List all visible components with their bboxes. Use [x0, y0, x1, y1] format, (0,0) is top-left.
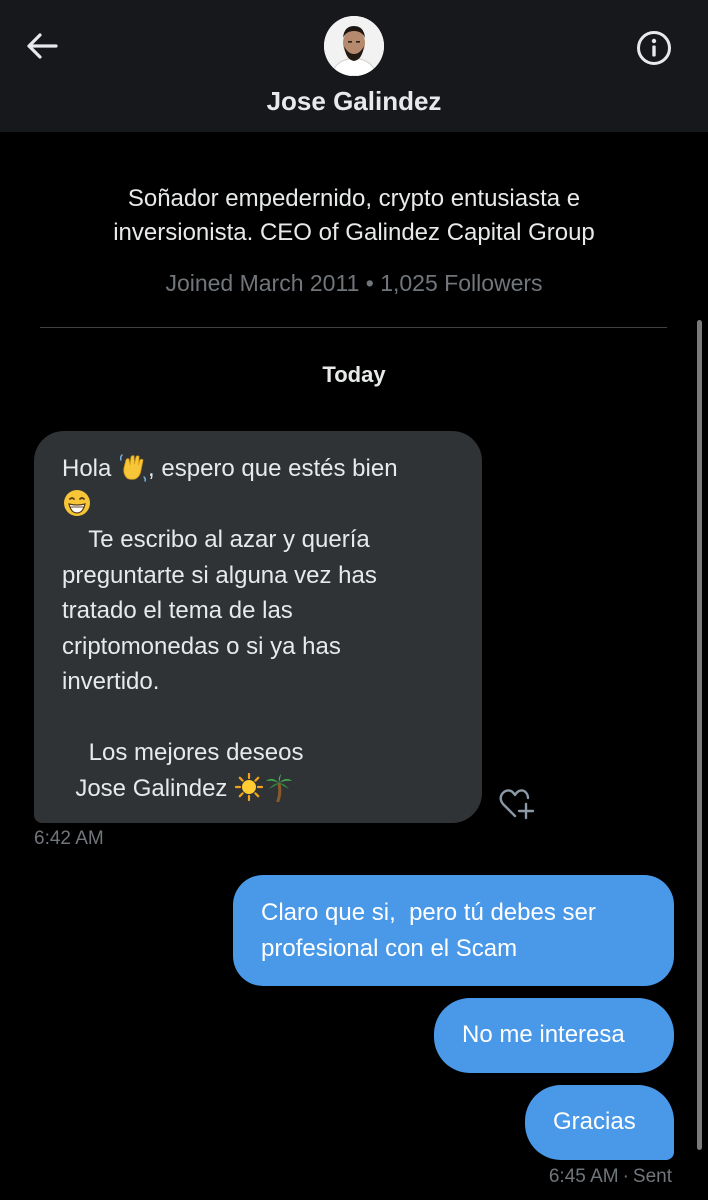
back-button[interactable] [20, 26, 64, 66]
divider [40, 327, 667, 328]
day-separator: Today [322, 362, 386, 387]
bio-line: Soñador empedernido, crypto entusiasta e [127, 185, 581, 212]
received-message-bubble[interactable]: Hola , espero que estés bien Te escribo … [34, 431, 482, 823]
scrollbar[interactable] [697, 320, 702, 1150]
message-line [62, 487, 454, 523]
message-line: Hola , espero que estés bien [62, 451, 454, 487]
palm-tree-emoji [266, 773, 293, 802]
profile-photo [324, 16, 384, 76]
message-text: No me interesa [462, 1021, 625, 1048]
message-text: Hola [62, 455, 119, 482]
message-line: Te escribo al azar y quería [62, 526, 370, 553]
message-line: Los mejores deseos [62, 739, 304, 766]
sent-message-bubble[interactable]: No me interesa [434, 998, 674, 1073]
sent-status: 6:45 AM · Sent [549, 1166, 672, 1188]
message-line: criptomonedas o si ya has [62, 632, 341, 660]
heart-plus-icon [499, 789, 535, 820]
message-line: Jose Galindez [62, 771, 454, 807]
conversation-title[interactable]: Jose Galindez [0, 86, 708, 117]
sent-message-bubble[interactable]: Claro que si, pero tú debes ser profesio… [233, 875, 674, 986]
sent-timestamp: 6:45 AM [548, 1166, 619, 1187]
bio-line: inversionista. CEO of Galindez Capital G… [113, 219, 595, 246]
status-separator: · [622, 1166, 629, 1187]
profile-meta: Joined March 2011 • 1,025 Followers [40, 270, 668, 297]
waving-hand-emoji [120, 454, 147, 482]
grinning-face-emoji [64, 489, 90, 516]
sent-message-bubble[interactable]: Gracias [525, 1085, 674, 1160]
message-text: Gracias [553, 1108, 636, 1135]
message-line: invertido. [62, 668, 160, 695]
message-line: preguntarte si alguna vez has [62, 561, 377, 589]
arrow-left-icon [27, 33, 58, 59]
message-line: profesional con el Scam [261, 934, 518, 962]
info-circle-icon [637, 31, 671, 65]
message-line: tratado el tema de las [62, 597, 293, 624]
sun-emoji [234, 772, 264, 801]
info-button[interactable] [632, 26, 676, 70]
sent-label: Sent [632, 1166, 672, 1187]
add-reaction-button[interactable] [498, 787, 536, 821]
message-text: Jose Galindez [62, 774, 235, 802]
followers-count[interactable]: 1,025 Followers [380, 270, 542, 296]
conversation-header: Jose Galindez [0, 0, 708, 132]
avatar[interactable] [324, 16, 384, 76]
meta-separator: • [365, 270, 374, 296]
profile-bio: Soñador empedernido, crypto entusiasta e… [40, 182, 668, 250]
joined-date: Joined March 2011 [165, 270, 360, 296]
message-line: Claro que si, pero tú debes ser [261, 899, 596, 926]
received-timestamp: 6:42 AM [34, 828, 104, 849]
message-text: , espero que estés bien [148, 455, 398, 482]
